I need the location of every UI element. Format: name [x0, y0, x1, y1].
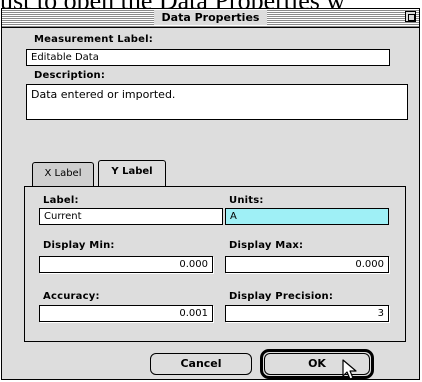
window-title: Data Properties — [153, 10, 268, 25]
description-field[interactable]: Data entered or imported. — [26, 84, 408, 120]
display-min-field[interactable]: 0.000 — [39, 256, 213, 273]
display-precision-caption: Display Precision: — [229, 291, 334, 302]
tab-x-label[interactable]: X Label — [32, 162, 94, 186]
tab-panel-y-label: Label: Current Units: A Display Min: 0.0… — [24, 186, 406, 342]
units-caption: Units: — [229, 195, 264, 206]
dialog-content: Measurement Label: Editable Data Descrip… — [2, 28, 419, 380]
zoom-box-icon[interactable] — [405, 11, 416, 22]
label-caption: Label: — [43, 195, 79, 206]
arrow-cursor-icon — [342, 359, 357, 380]
display-max-field[interactable]: 0.000 — [225, 256, 389, 273]
tab-y-label[interactable]: Y Label — [98, 160, 166, 186]
accuracy-field[interactable]: 0.001 — [39, 305, 213, 322]
description-caption: Description: — [34, 70, 106, 81]
data-properties-dialog: Data Properties Measurement Label: Edita… — [1, 8, 420, 380]
display-min-caption: Display Min: — [43, 240, 115, 251]
measurement-label-field[interactable]: Editable Data — [26, 49, 390, 66]
measurement-label-caption: Measurement Label: — [34, 34, 153, 45]
units-field[interactable]: A — [225, 208, 389, 225]
cancel-button[interactable]: Cancel — [150, 353, 252, 375]
accuracy-caption: Accuracy: — [43, 291, 100, 302]
title-bar[interactable]: Data Properties — [2, 9, 419, 28]
display-precision-field[interactable]: 3 — [225, 305, 389, 322]
display-max-caption: Display Max: — [229, 240, 304, 251]
label-field[interactable]: Current — [39, 208, 223, 225]
